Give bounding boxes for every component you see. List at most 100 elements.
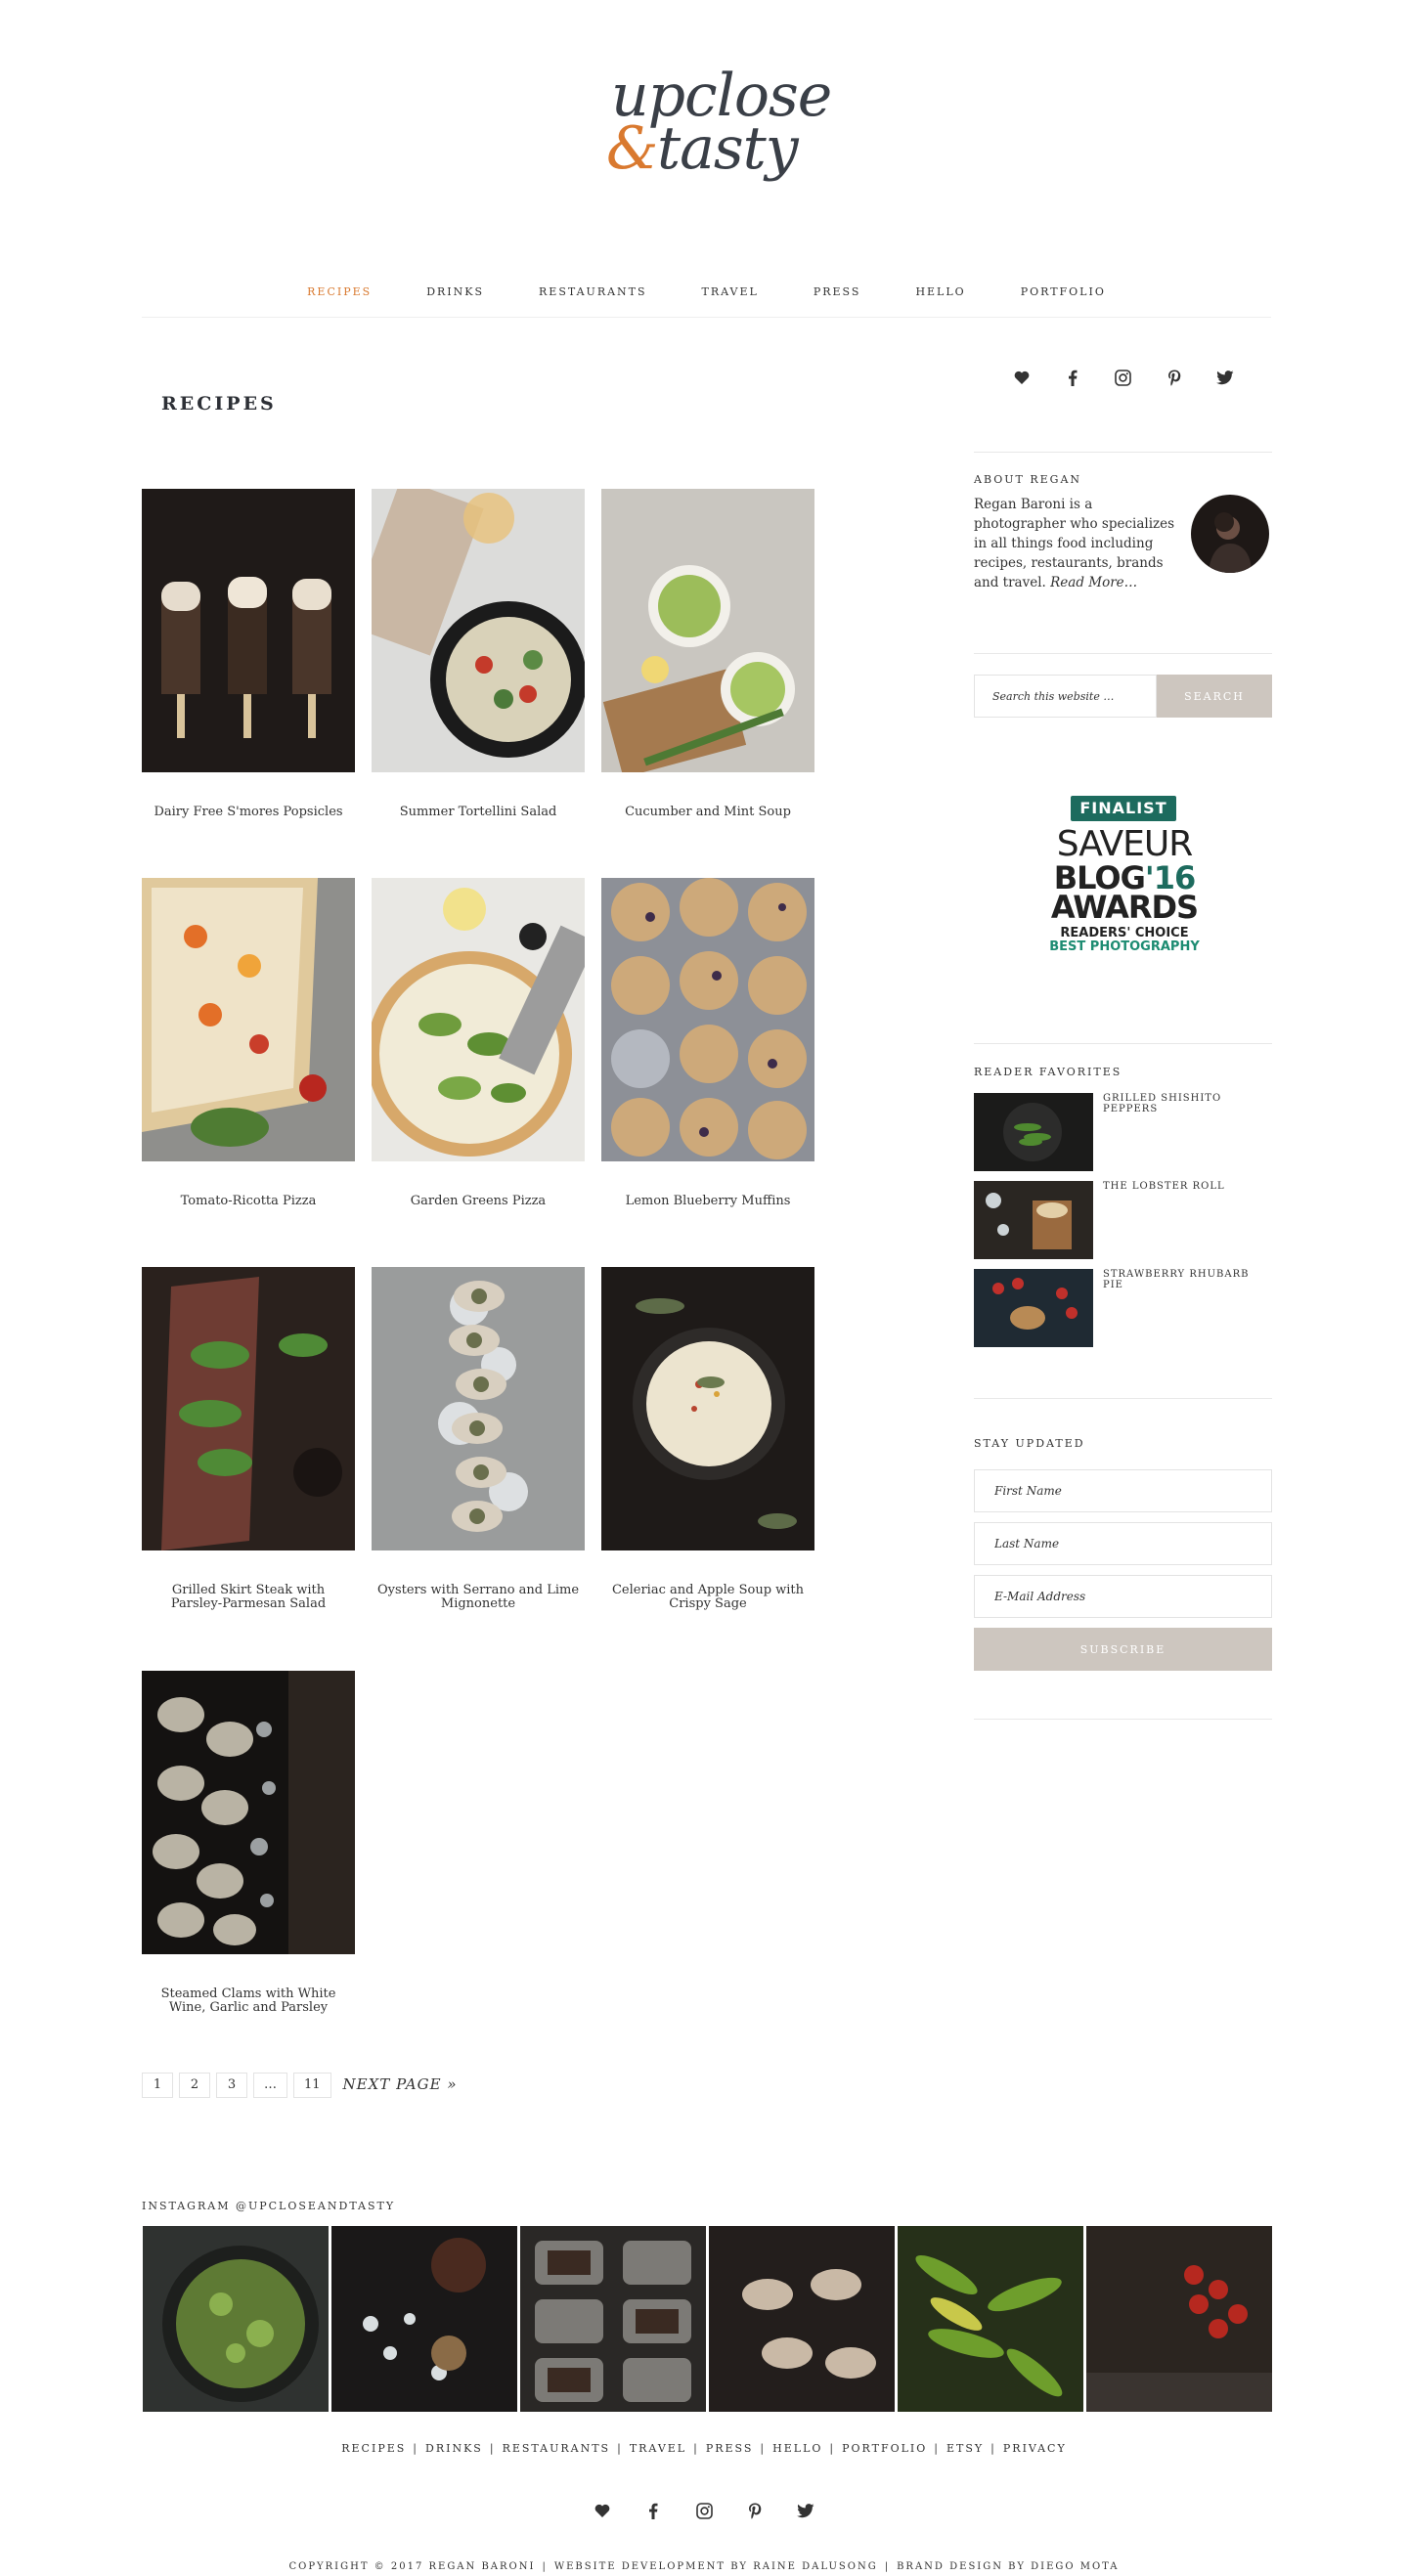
recipe-card[interactable]: Oysters with Serrano and Lime Mignonette: [372, 1267, 585, 1611]
recipe-thumbnail[interactable]: [142, 878, 355, 1161]
recipe-thumbnail[interactable]: [142, 489, 355, 772]
recipe-card[interactable]: Dairy Free S'mores Popsicles: [142, 489, 355, 819]
page-link-1[interactable]: 1: [142, 2073, 173, 2098]
instagram-photo[interactable]: [1086, 2226, 1272, 2412]
recipe-thumbnail[interactable]: [601, 878, 814, 1161]
footer-link-press[interactable]: PRESS: [706, 2442, 754, 2455]
instagram-photo[interactable]: [331, 2226, 517, 2412]
footer-link-etsy[interactable]: ETSY: [946, 2442, 984, 2455]
site-logo[interactable]: upclose & tasty: [548, 59, 860, 196]
footer-link-hello[interactable]: HELLO: [772, 2442, 822, 2455]
recipe-thumbnail[interactable]: [372, 878, 585, 1161]
page-link-3[interactable]: 3: [216, 2073, 247, 2098]
recipe-card[interactable]: Lemon Blueberry Muffins: [601, 878, 814, 1208]
nav-press[interactable]: PRESS: [786, 274, 889, 317]
recipe-thumbnail[interactable]: [142, 1267, 355, 1550]
badge-readers-choice: READERS' CHOICE: [1060, 926, 1189, 940]
instagram-photo[interactable]: [520, 2226, 706, 2412]
favorite-title[interactable]: STRAWBERRY RHUBARB PIE: [1103, 1269, 1272, 1290]
facebook-icon[interactable]: [642, 2500, 664, 2521]
recipe-title[interactable]: Tomato-Ricotta Pizza: [142, 1195, 355, 1208]
badge-awards: AWARDS: [1050, 889, 1199, 926]
badge-finalist: FINALIST: [1071, 796, 1176, 821]
favorite-thumbnail[interactable]: [974, 1093, 1093, 1171]
footer-link-restaurants[interactable]: RESTAURANTS: [503, 2442, 611, 2455]
nav-recipes[interactable]: RECIPES: [280, 274, 399, 317]
pinterest-icon[interactable]: [744, 2500, 766, 2521]
search-form: SEARCH: [974, 675, 1272, 718]
instagram-title[interactable]: INSTAGRAM @UPCLOSEANDTASTY: [142, 2200, 395, 2212]
recipe-thumbnail[interactable]: [372, 1267, 585, 1550]
search-button[interactable]: SEARCH: [1157, 675, 1272, 718]
recipe-title[interactable]: Grilled Skirt Steak with Parsley-Parmesa…: [142, 1584, 355, 1611]
avatar[interactable]: [1191, 495, 1269, 573]
footer-link-portfolio[interactable]: PORTFOLIO: [842, 2442, 927, 2455]
email-field[interactable]: [974, 1575, 1272, 1618]
recipe-card[interactable]: Celeriac and Apple Soup with Crispy Sage: [601, 1267, 814, 1611]
instagram-photo[interactable]: [898, 2226, 1083, 2412]
recipe-title[interactable]: Summer Tortellini Salad: [372, 806, 585, 819]
recipe-thumbnail[interactable]: [372, 489, 585, 772]
nav-drinks[interactable]: DRINKS: [399, 274, 511, 317]
recipe-thumbnail[interactable]: [601, 1267, 814, 1550]
favorite-title[interactable]: THE LOBSTER ROLL: [1103, 1181, 1225, 1192]
page-link-2[interactable]: 2: [179, 2073, 210, 2098]
pinterest-icon[interactable]: [1164, 367, 1185, 388]
recipe-thumbnail[interactable]: [601, 489, 814, 772]
heart-icon[interactable]: [1011, 367, 1033, 388]
recipe-card[interactable]: Grilled Skirt Steak with Parsley-Parmesa…: [142, 1267, 355, 1611]
recipe-title[interactable]: Celeriac and Apple Soup with Crispy Sage: [601, 1584, 814, 1611]
instagram-icon[interactable]: [1113, 367, 1134, 388]
search-input[interactable]: [974, 675, 1157, 718]
favorite-item[interactable]: THE LOBSTER ROLL: [974, 1181, 1272, 1259]
recipe-card[interactable]: Garden Greens Pizza: [372, 878, 585, 1208]
recipe-title[interactable]: Garden Greens Pizza: [372, 1195, 585, 1208]
recipe-title[interactable]: Steamed Clams with White Wine, Garlic an…: [142, 1987, 355, 2015]
recipe-card[interactable]: Summer Tortellini Salad: [372, 489, 585, 819]
first-name-field[interactable]: [974, 1469, 1272, 1512]
footer-link-privacy[interactable]: PRIVACY: [1003, 2442, 1067, 2455]
read-more-link[interactable]: Read More…: [1050, 575, 1137, 590]
instagram-photo[interactable]: [143, 2226, 329, 2412]
footer-link-drinks[interactable]: DRINKS: [425, 2442, 483, 2455]
facebook-icon[interactable]: [1062, 367, 1083, 388]
footer-link-travel[interactable]: TRAVEL: [630, 2442, 686, 2455]
recipe-title[interactable]: Dairy Free S'mores Popsicles: [142, 806, 355, 819]
design-credit-link[interactable]: BRAND DESIGN BY DIEGO MOTA: [897, 2561, 1119, 2572]
page-link-11[interactable]: 11: [293, 2073, 331, 2098]
recipe-title[interactable]: Cucumber and Mint Soup: [601, 806, 814, 819]
recipe-title[interactable]: Oysters with Serrano and Lime Mignonette: [372, 1584, 585, 1611]
footer-separator: |: [990, 2442, 996, 2455]
footer-link-recipes[interactable]: RECIPES: [341, 2442, 406, 2455]
recipe-card[interactable]: Tomato-Ricotta Pizza: [142, 878, 355, 1208]
nav-portfolio[interactable]: PORTFOLIO: [993, 274, 1133, 317]
saveur-awards-badge[interactable]: FINALIST SAVEUR BLOG'16 AWARDS READERS' …: [1041, 792, 1208, 958]
subscribe-button[interactable]: SUBSCRIBE: [974, 1628, 1272, 1671]
recipe-title[interactable]: Lemon Blueberry Muffins: [601, 1195, 814, 1208]
heart-icon[interactable]: [592, 2500, 613, 2521]
about-text: Regan Baroni is a photographer who speci…: [974, 495, 1179, 592]
favorite-item[interactable]: GRILLED SHISHITO PEPPERS: [974, 1093, 1272, 1171]
instagram-photo[interactable]: [709, 2226, 895, 2412]
nav-restaurants[interactable]: RESTAURANTS: [511, 274, 675, 317]
sidebar-divider: [974, 1719, 1272, 1720]
favorite-title[interactable]: GRILLED SHISHITO PEPPERS: [1103, 1093, 1272, 1114]
favorite-thumbnail[interactable]: [974, 1269, 1093, 1347]
logo-ampersand: &: [606, 114, 659, 183]
footer-separator: |: [489, 2442, 496, 2455]
recipe-thumbnail[interactable]: [142, 1671, 355, 1954]
last-name-field[interactable]: [974, 1522, 1272, 1565]
twitter-icon[interactable]: [1214, 367, 1236, 388]
sidebar-social: [974, 367, 1272, 388]
twitter-icon[interactable]: [795, 2500, 816, 2521]
favorite-item[interactable]: STRAWBERRY RHUBARB PIE: [974, 1269, 1272, 1347]
nav-hello[interactable]: HELLO: [888, 274, 992, 317]
dev-credit-link[interactable]: WEBSITE DEVELOPMENT BY RAINE DALUSONG: [554, 2561, 878, 2572]
recipe-card[interactable]: Cucumber and Mint Soup: [601, 489, 814, 819]
favorite-thumbnail[interactable]: [974, 1181, 1093, 1259]
next-page-link[interactable]: NEXT PAGE »: [337, 2073, 463, 2098]
recipe-card[interactable]: Steamed Clams with White Wine, Garlic an…: [142, 1671, 355, 2015]
about-widget: ABOUT REGAN Regan Baroni is a photograph…: [974, 473, 1272, 600]
nav-travel[interactable]: TRAVEL: [675, 274, 786, 317]
instagram-icon[interactable]: [693, 2500, 715, 2521]
